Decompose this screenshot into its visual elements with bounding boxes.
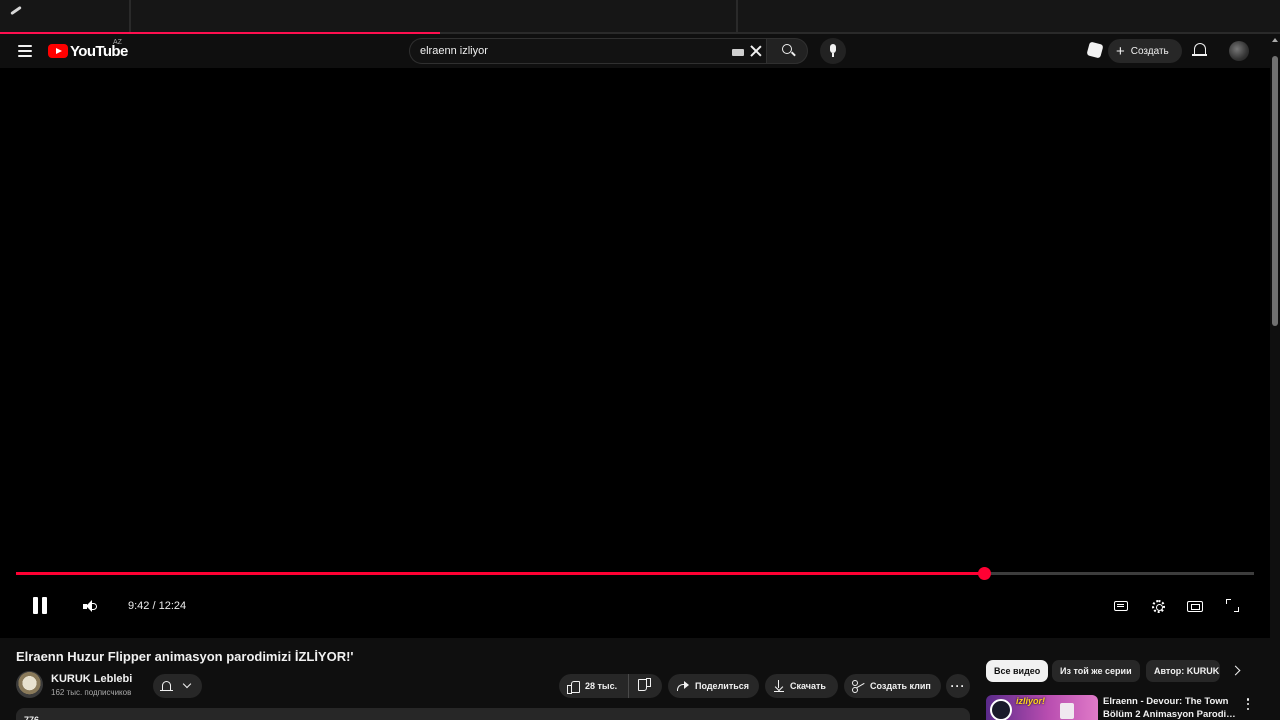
like-dislike-group: 28 тыс. — [559, 674, 662, 698]
progress-played — [16, 572, 985, 575]
share-label: Поделиться — [695, 681, 750, 691]
voice-search-button[interactable] — [820, 38, 846, 64]
close-icon[interactable] — [750, 45, 762, 57]
time-display: 9:42 / 12:24 — [128, 600, 187, 612]
chip-all-videos[interactable]: Все видео — [986, 660, 1049, 682]
recommendation-thumbnail[interactable]: izliyor! — [986, 695, 1098, 720]
thumbnail-cup — [1060, 703, 1074, 719]
create-button[interactable]: + Создать — [1108, 39, 1182, 63]
thumbnail-label: izliyor! — [1016, 696, 1046, 706]
scissors-icon — [852, 680, 865, 693]
clip-button[interactable]: Создать клип — [844, 674, 941, 698]
bell-icon — [160, 681, 173, 692]
more-icon: ··· — [950, 679, 966, 693]
progress-bar[interactable] — [16, 567, 1254, 580]
download-label: Скачать — [790, 681, 826, 691]
chip-same-series[interactable]: Из той же серии — [1052, 660, 1140, 682]
subscriber-count: 162 тыс. подписчиков — [51, 688, 132, 697]
scroll-up-arrow-icon[interactable] — [1272, 38, 1278, 42]
channel-avatar[interactable] — [16, 671, 43, 698]
share-icon — [677, 681, 689, 691]
country-code: AZ — [113, 39, 122, 46]
thumbs-up-icon — [567, 680, 580, 694]
bell-icon[interactable] — [1192, 43, 1207, 56]
keyboard-icon[interactable] — [732, 49, 744, 56]
clip-label: Создать клип — [870, 681, 931, 691]
chevron-right-icon[interactable] — [1230, 665, 1241, 676]
like-button[interactable]: 28 тыс. — [559, 674, 629, 698]
search-box — [409, 38, 767, 64]
hamburger-menu-icon[interactable] — [12, 38, 38, 64]
thumbnail-figure — [990, 699, 1012, 720]
chip-author[interactable]: Автор: KURUK L — [1146, 660, 1220, 682]
search-icon — [782, 44, 792, 54]
recommendation-title[interactable]: Elraenn - Devour: The Town Bölüm 2 Anima… — [1103, 695, 1243, 720]
subscription-bell-button[interactable] — [153, 674, 202, 698]
masthead: YouTube AZ + Создать — [0, 34, 1270, 68]
channel-name[interactable]: KURUK Leblebi — [51, 673, 132, 685]
subtitles-icon[interactable] — [1113, 598, 1129, 614]
description-box[interactable]: 776 — [16, 708, 970, 720]
like-count: 28 тыс. — [585, 681, 618, 691]
theater-mode-icon[interactable] — [1187, 598, 1203, 614]
create-label: Создать — [1130, 45, 1169, 57]
thumbs-down-icon[interactable] — [639, 680, 651, 692]
account-avatar[interactable] — [1229, 41, 1249, 61]
fullscreen-icon[interactable] — [1225, 598, 1241, 614]
more-actions-button[interactable]: ··· — [946, 674, 970, 698]
search-input[interactable] — [420, 39, 720, 63]
chevron-down-icon — [182, 679, 192, 689]
progress-scrubber[interactable] — [978, 567, 992, 580]
volume-icon[interactable] — [83, 600, 97, 612]
download-button[interactable]: Скачать — [765, 674, 838, 698]
video-player[interactable]: 9:42 / 12:24 — [0, 68, 1270, 638]
download-icon — [774, 680, 784, 693]
player-controls: 9:42 / 12:24 — [0, 592, 1270, 622]
description-text: 776 — [24, 715, 40, 720]
recommendation-title-line1: Elraenn - Devour: The Town — [1103, 696, 1229, 707]
scrollbar-thumb[interactable] — [1272, 56, 1278, 326]
pause-icon[interactable] — [32, 597, 48, 615]
recommendation-title-line2: Bölüm 2 Animasyon Parodimiz... — [1103, 709, 1243, 720]
pen-icon — [10, 5, 22, 16]
plus-icon: + — [1116, 42, 1125, 60]
youtube-logo[interactable]: YouTube AZ — [48, 39, 128, 60]
search-button[interactable] — [766, 38, 808, 64]
divider — [736, 0, 738, 33]
gear-icon[interactable] — [1150, 598, 1166, 614]
divider — [129, 0, 131, 33]
share-button[interactable]: Поделиться — [668, 674, 759, 698]
youtube-play-icon — [48, 44, 68, 58]
mic-icon — [830, 44, 836, 53]
page-scrollbar[interactable] — [1270, 34, 1280, 720]
top-strip — [0, 0, 1280, 33]
video-title: Elraenn Huzur Flipper animasyon parodimi… — [16, 649, 354, 664]
more-vert-icon[interactable] — [1246, 698, 1250, 710]
premium-icon[interactable] — [1086, 41, 1104, 59]
